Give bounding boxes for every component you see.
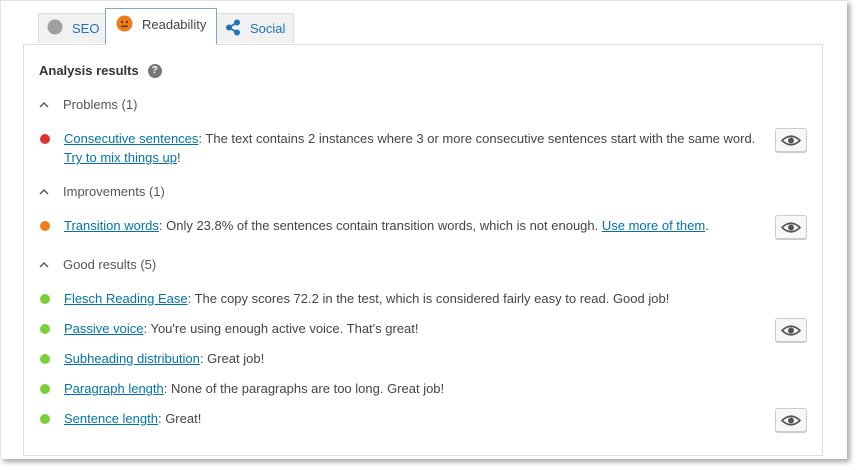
- highlight-eye-button[interactable]: [775, 128, 807, 152]
- chevron-up-icon: [39, 262, 49, 268]
- improvement-item: Transition words: Only 23.8% of the sent…: [40, 216, 758, 235]
- chevron-up-icon: [39, 189, 49, 195]
- paragraph-length-link[interactable]: Paragraph length: [64, 381, 164, 396]
- transition-words-link[interactable]: Transition words: [64, 218, 159, 233]
- problem-bullet-icon: [40, 134, 50, 144]
- problems-toggle[interactable]: Problems (1): [39, 97, 137, 112]
- passive-voice-link[interactable]: Passive voice: [64, 321, 143, 336]
- good-bullet-icon: [40, 354, 50, 364]
- analysis-title: Analysis results: [39, 63, 139, 78]
- improvements-toggle[interactable]: Improvements (1): [39, 184, 165, 199]
- help-icon[interactable]: ?: [147, 63, 162, 78]
- improvement-text: Transition words: Only 23.8% of the sent…: [64, 218, 709, 233]
- share-icon: [225, 19, 241, 39]
- good-item: Flesch Reading Ease: The copy scores 72.…: [40, 289, 758, 308]
- good-item: Passive voice: You're using enough activ…: [40, 319, 758, 338]
- eye-icon: [781, 134, 801, 146]
- good-bullet-icon: [40, 294, 50, 304]
- good-bullet-icon: [40, 324, 50, 334]
- tab-social[interactable]: Social: [216, 13, 294, 43]
- yoast-metabox: SEO Readability Social Analysis results …: [0, 0, 847, 459]
- highlight-eye-button[interactable]: [775, 408, 807, 432]
- consecutive-sentences-link[interactable]: Consecutive sentences: [64, 131, 198, 146]
- sentence-length-link[interactable]: Sentence length: [64, 411, 158, 426]
- readability-score-icon: [116, 15, 133, 35]
- good-results-toggle[interactable]: Good results (5): [39, 257, 156, 272]
- highlight-eye-button[interactable]: [775, 215, 807, 239]
- highlight-eye-button[interactable]: [775, 318, 807, 342]
- use-more-link[interactable]: Use more of them: [602, 218, 705, 233]
- chevron-up-icon: [39, 102, 49, 108]
- improvements-label: Improvements (1): [63, 184, 165, 199]
- flesch-reading-ease-link[interactable]: Flesch Reading Ease: [64, 291, 188, 306]
- good-item: Sentence length: Great!: [40, 409, 758, 428]
- good-bullet-icon: [40, 384, 50, 394]
- good-item: Subheading distribution: Great job!: [40, 349, 758, 368]
- problems-label: Problems (1): [63, 97, 138, 112]
- good-item: Paragraph length: None of the paragraphs…: [40, 379, 758, 398]
- tab-seo[interactable]: SEO: [38, 13, 106, 43]
- tab-social-label: Social: [250, 21, 286, 36]
- eye-icon: [781, 324, 801, 336]
- good-results-label: Good results (5): [63, 257, 157, 272]
- eye-icon: [781, 221, 801, 233]
- improvement-bullet-icon: [40, 221, 50, 231]
- tab-seo-label: SEO: [72, 21, 100, 36]
- tab-readability[interactable]: Readability: [105, 8, 217, 45]
- seo-score-icon: [47, 19, 63, 38]
- problem-item: Consecutive sentences: The text contains…: [40, 129, 758, 167]
- good-bullet-icon: [40, 414, 50, 424]
- subheading-distribution-link[interactable]: Subheading distribution: [64, 351, 200, 366]
- tab-readability-label: Readability: [142, 17, 207, 32]
- eye-icon: [781, 414, 801, 426]
- mix-things-up-link[interactable]: Try to mix things up: [64, 150, 177, 165]
- problem-text: Consecutive sentences: The text contains…: [64, 131, 756, 165]
- analysis-panel: Analysis results ? Problems (1) Consecut…: [23, 44, 823, 456]
- analysis-results-heading: Analysis results ?: [39, 63, 162, 78]
